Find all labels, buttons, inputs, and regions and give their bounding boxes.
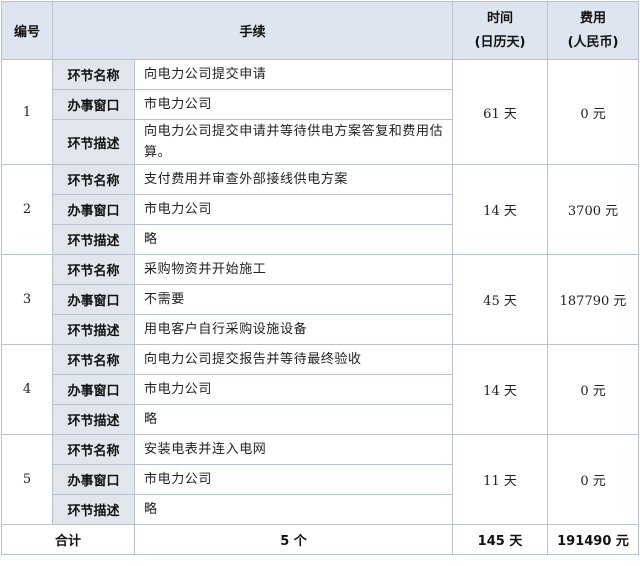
step-window-label: 办事窗口 [52, 89, 135, 120]
step-desc-label: 环节描述 [52, 314, 135, 345]
step-window-label: 办事窗口 [52, 284, 135, 315]
step-number: 5 [1, 434, 53, 525]
step-time: 61 天 [452, 59, 549, 165]
total-row: 合计 5 个 145 天 191490 元 [1, 524, 640, 555]
step-window-label: 办事窗口 [52, 374, 135, 405]
step-time: 14 天 [452, 164, 549, 255]
step-desc: 向电力公司提交申请并等待供电方案答复和费用估算。 [133, 119, 454, 165]
step-name-label: 环节名称 [52, 164, 135, 195]
step-cost: 3700 元 [547, 164, 640, 255]
step-window: 市电力公司 [133, 194, 454, 225]
step-window: 市电力公司 [133, 464, 454, 495]
total-label: 合计 [1, 524, 135, 555]
step-cost: 0 元 [547, 59, 640, 165]
header-cost: 费用 (人民币) [547, 1, 640, 60]
step-name: 支付费用并审查外部接线供电方案 [133, 164, 454, 195]
header-time-label: 时间 [487, 10, 514, 26]
header-cost-label: 费用 [580, 10, 607, 26]
header-number: 编号 [1, 1, 53, 60]
header-time: 时间 (日历天) [452, 1, 549, 60]
step-name: 向电力公司提交申请 [133, 59, 454, 90]
table-row: 4 环节名称 向电力公司提交报告并等待最终验收 14 天 0 元 [1, 344, 640, 435]
step-window: 市电力公司 [133, 374, 454, 405]
header-row: 编号 手续 时间 (日历天) 费用 (人民币) [1, 1, 640, 60]
step-number: 4 [1, 344, 53, 435]
step-time: 14 天 [452, 344, 549, 435]
header-time-unit: (日历天) [474, 34, 526, 50]
step-number: 3 [1, 254, 53, 345]
step-name-label: 环节名称 [52, 434, 135, 465]
step-desc-label: 环节描述 [52, 404, 135, 435]
step-desc: 略 [133, 224, 454, 255]
total-cost: 191490 元 [547, 524, 640, 555]
step-window: 市电力公司 [133, 89, 454, 120]
total-time: 145 天 [452, 524, 549, 555]
step-name: 采购物资并开始施工 [133, 254, 454, 285]
step-desc: 略 [133, 404, 454, 435]
step-time: 45 天 [452, 254, 549, 345]
step-desc-label: 环节描述 [52, 494, 135, 525]
step-desc: 略 [133, 494, 454, 525]
step-cost: 0 元 [547, 344, 640, 435]
step-window: 不需要 [133, 284, 454, 315]
header-procedure: 手续 [51, 1, 454, 60]
step-name-label: 环节名称 [52, 59, 135, 90]
step-name: 向电力公司提交报告并等待最终验收 [133, 344, 454, 375]
table-row: 2 环节名称 支付费用并审查外部接线供电方案 14 天 3700 元 [1, 164, 640, 255]
step-cost: 0 元 [547, 434, 640, 525]
step-window-label: 办事窗口 [52, 464, 135, 495]
step-cost: 187790 元 [547, 254, 640, 345]
step-number: 2 [1, 164, 53, 255]
header-cost-unit: (人民币) [567, 34, 619, 50]
table-row: 3 环节名称 采购物资并开始施工 45 天 187790 元 [1, 254, 640, 345]
table-row: 5 环节名称 安装电表并连入电网 11 天 0 元 [1, 434, 640, 525]
step-desc-label: 环节描述 [52, 224, 135, 255]
step-desc-label: 环节描述 [52, 119, 135, 165]
table-row: 1 环节名称 向电力公司提交申请 61 天 0 元 [1, 59, 640, 165]
total-count: 5 个 [133, 524, 454, 555]
step-desc: 用电客户自行采购设施设备 [133, 314, 454, 345]
step-name: 安装电表并连入电网 [133, 434, 454, 465]
step-time: 11 天 [452, 434, 549, 525]
step-window-label: 办事窗口 [52, 194, 135, 225]
procedure-table: 编号 手续 时间 (日历天) 费用 (人民币) 1 环节名称 向电力公司提交申请… [1, 1, 640, 555]
step-number: 1 [1, 59, 53, 165]
step-name-label: 环节名称 [52, 254, 135, 285]
step-name-label: 环节名称 [52, 344, 135, 375]
